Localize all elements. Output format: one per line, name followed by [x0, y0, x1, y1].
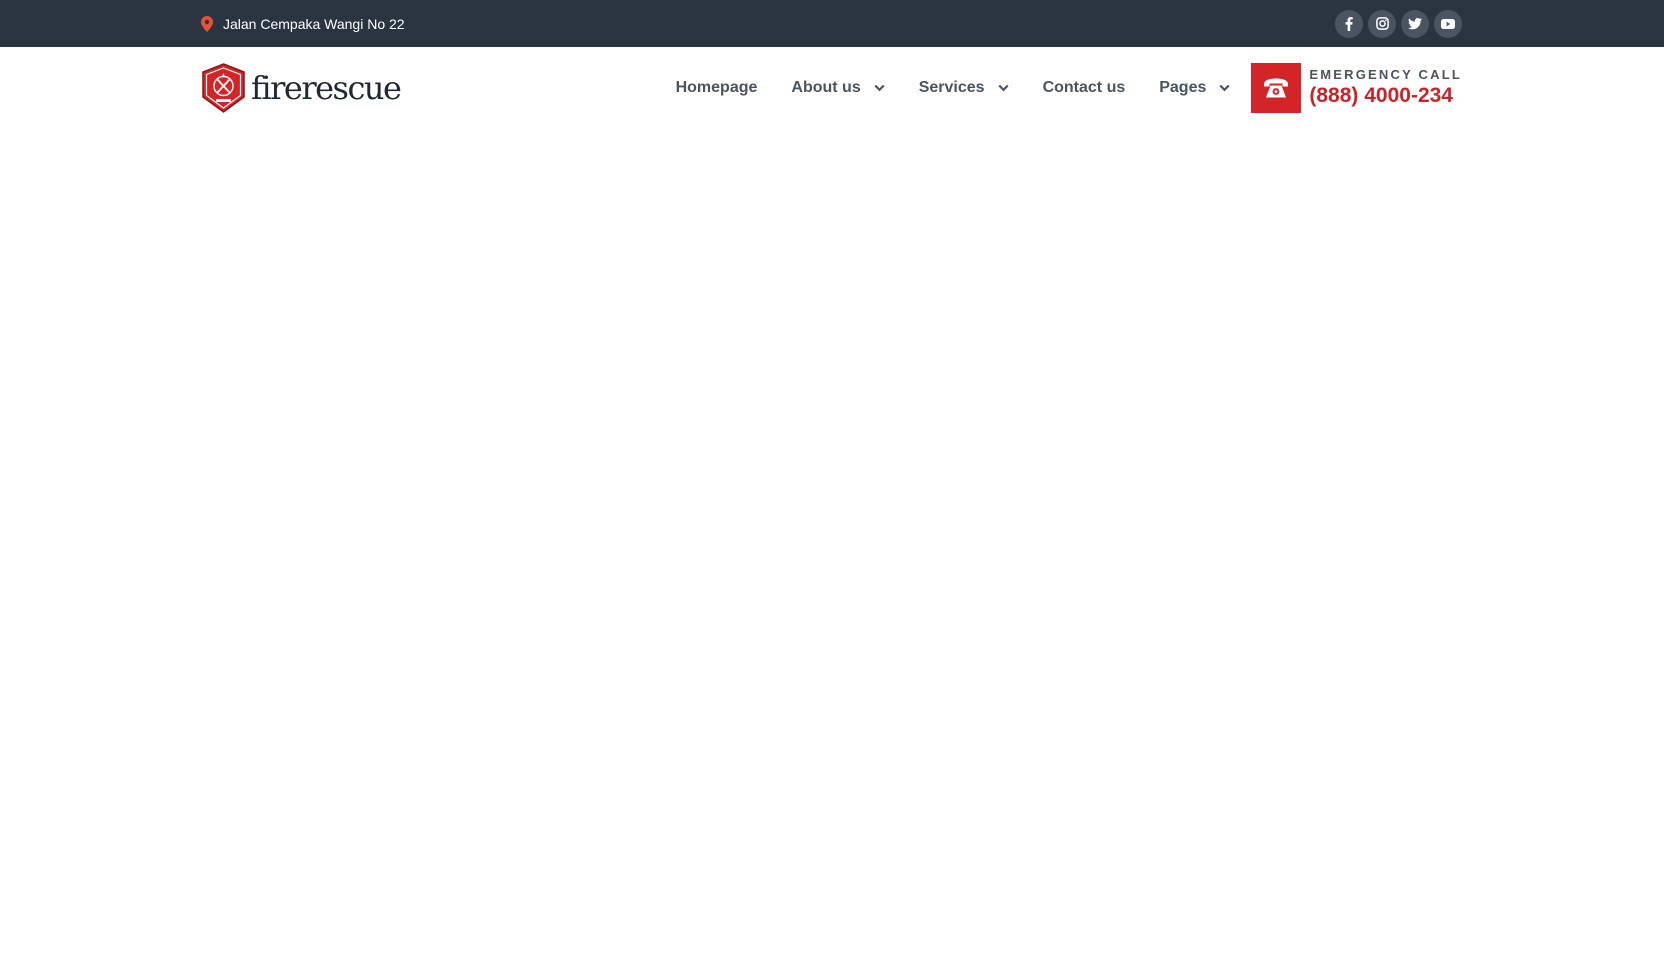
chevron-down-icon [1219, 84, 1230, 91]
twitter-link[interactable] [1401, 9, 1429, 38]
facebook-link[interactable] [1335, 9, 1363, 38]
logo[interactable]: firerescue [201, 62, 402, 113]
chevron-down-icon [997, 84, 1009, 91]
phone-icon-box [1251, 62, 1302, 113]
nav-item-label: About us [791, 78, 861, 96]
facebook-icon [1345, 16, 1353, 31]
phone-icon [1264, 78, 1289, 97]
emergency-call[interactable]: EMERGENCY CALL (888) 4000-234 [1251, 62, 1462, 113]
top-bar: Jalan Cempaka Wangi No 22 [0, 0, 1664, 47]
header-inner: firerescue Homepage About us Services Co… [201, 47, 1462, 128]
emergency-number[interactable]: (888) 4000-234 [1309, 83, 1462, 109]
youtube-link[interactable] [1434, 9, 1462, 38]
nav-item-label: Contact us [1042, 78, 1126, 96]
fire-badge-icon [202, 62, 245, 113]
map-pin-icon [201, 15, 213, 32]
site-header: firerescue Homepage About us Services Co… [0, 47, 1664, 128]
emergency-label: EMERGENCY CALL [1309, 66, 1462, 82]
instagram-icon [1375, 17, 1389, 30]
social-links [1335, 9, 1462, 38]
nav-item-services[interactable]: Services [902, 47, 1026, 128]
nav-item-pages[interactable]: Pages [1142, 47, 1247, 128]
instagram-link[interactable] [1368, 9, 1396, 38]
logo-text: firerescue [251, 68, 402, 107]
twitter-icon [1408, 17, 1422, 29]
nav-item-homepage[interactable]: Homepage [659, 47, 775, 128]
address: Jalan Cempaka Wangi No 22 [201, 15, 405, 32]
nav-item-label: Services [918, 78, 985, 96]
emergency-text: EMERGENCY CALL (888) 4000-234 [1309, 67, 1462, 109]
main-content [0, 128, 1664, 954]
top-bar-inner: Jalan Cempaka Wangi No 22 [201, 0, 1462, 47]
nav-item-about-us[interactable]: About us [774, 47, 901, 128]
address-text: Jalan Cempaka Wangi No 22 [223, 15, 405, 32]
nav-item-label: Homepage [675, 78, 758, 96]
youtube-icon [1441, 18, 1455, 29]
chevron-down-icon [874, 84, 885, 91]
nav-item-label: Pages [1159, 78, 1207, 96]
nav-item-contact-us[interactable]: Contact us [1026, 47, 1143, 128]
main-nav: Homepage About us Services Contact us Pa… [659, 47, 1248, 128]
